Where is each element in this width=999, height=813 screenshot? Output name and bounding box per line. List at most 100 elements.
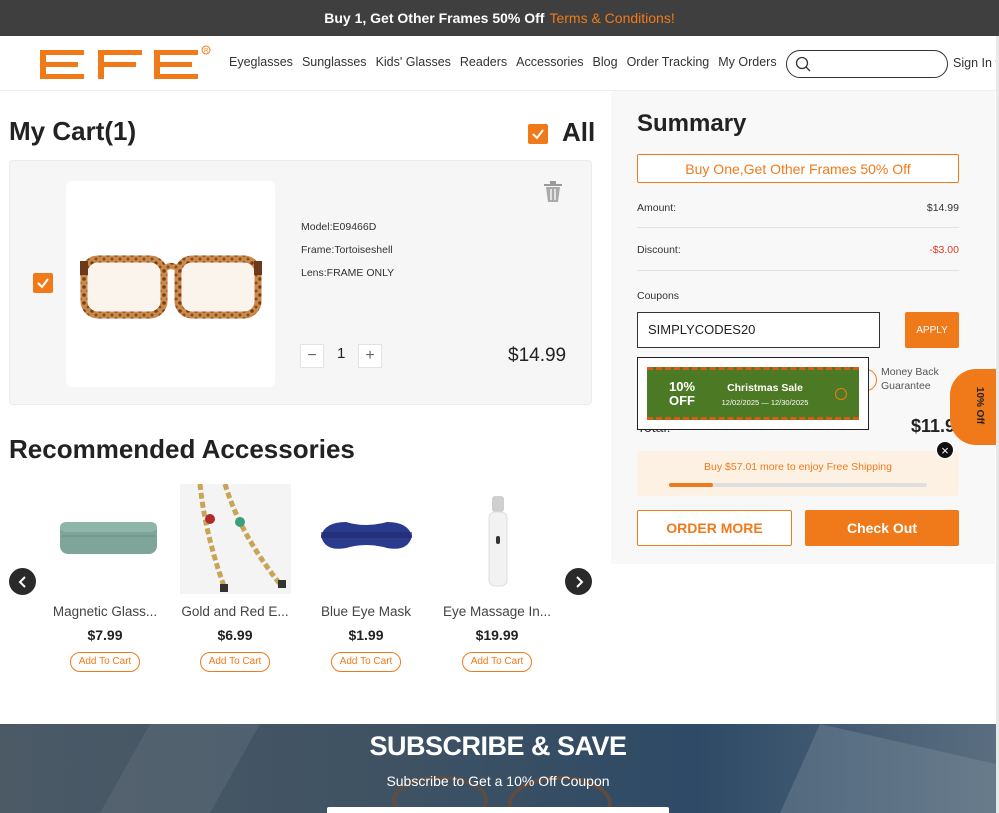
item-frame: Frame:Tortoiseshell [301, 244, 393, 256]
accessory-card[interactable]: Eye Massage In... $19.99 Add To Cart [437, 484, 557, 672]
search-input[interactable] [817, 55, 937, 73]
nav-sunglasses[interactable]: Sunglasses [302, 55, 367, 69]
nav-my-orders[interactable]: My Orders [718, 55, 776, 69]
site-header: R Eyeglasses Sunglasses Kids' Glasses Re… [0, 36, 999, 91]
shipping-progress-bar [669, 483, 927, 487]
coupon-pct-value: 10% [668, 379, 696, 394]
bogo-offer-button[interactable]: Buy One,Get Other Frames 50% Off [637, 154, 959, 183]
subscribe-email-input[interactable] [327, 807, 669, 813]
nav-accessories[interactable]: Accessories [516, 55, 583, 69]
promo-text: Buy 1, Get Other Frames 50% Off [324, 10, 545, 26]
coupon-card[interactable]: 10% OFF Christmas Sale 12/02/2025 — 12/3… [647, 367, 859, 420]
chevron-left-icon [18, 575, 26, 588]
money-back-guarantee: Money Back Guarantee [881, 365, 939, 393]
item-checkbox[interactable] [33, 273, 53, 293]
divider [637, 270, 959, 271]
svg-text:R: R [204, 49, 209, 55]
subscribe-section: SUBSCRIBE & SAVE Subscribe to Get a 10% … [0, 724, 996, 813]
free-shipping-text: Buy $57.01 more to enjoy Free Shipping [704, 461, 892, 473]
subscribe-title: SUBSCRIBE & SAVE [369, 731, 627, 761]
item-price: $14.99 [508, 345, 567, 366]
cart-title: My Cart(1) [9, 116, 137, 146]
eyeglasses-icon [80, 255, 262, 319]
amount-row: Amount: $14.99 [637, 202, 959, 214]
coupons-row: Coupons [637, 290, 959, 302]
amount-label: Amount: [637, 202, 677, 214]
side-tab-label: 10% Off [974, 386, 986, 425]
coupon-code-input[interactable]: SIMPLYCODES20 [637, 312, 880, 348]
nav-eyeglasses[interactable]: Eyeglasses [229, 55, 293, 69]
accessory-price: $19.99 [475, 627, 519, 643]
eye-mask-icon [311, 484, 422, 594]
free-shipping-banner: Buy $57.01 more to enjoy Free Shipping [637, 451, 959, 496]
decrease-qty-button[interactable]: − [300, 344, 324, 368]
increase-qty-button[interactable]: + [358, 344, 382, 368]
main-nav: Eyeglasses Sunglasses Kids' Glasses Read… [229, 55, 777, 69]
order-summary: Summary Buy One,Get Other Frames 50% Off… [611, 91, 995, 564]
discount-label: Discount: [637, 244, 681, 256]
guarantee-line-2: Guarantee [881, 380, 931, 392]
trash-icon[interactable] [543, 181, 563, 203]
carousel-next-button[interactable] [565, 568, 592, 595]
terms-link[interactable]: Terms & Conditions! [549, 10, 674, 26]
accessory-name: Magnetic Glass... [52, 604, 158, 619]
discount-value: -$3.00 [929, 244, 959, 256]
sign-in-label: Sign In [953, 56, 992, 70]
item-quantity[interactable]: 1 [337, 345, 345, 362]
checkout-button[interactable]: Check Out [805, 510, 959, 546]
accessory-price: $6.99 [217, 627, 253, 643]
nav-kids-glasses[interactable]: Kids' Glasses [376, 55, 451, 69]
accessory-name: Blue Eye Mask [320, 604, 412, 619]
coupons-label: Coupons [637, 290, 680, 302]
select-all-checkbox[interactable] [528, 124, 548, 144]
shipping-progress-fill [669, 483, 713, 487]
item-lens: Lens:FRAME ONLY [301, 267, 395, 279]
coupon-dates: 12/02/2025 — 12/30/2025 [721, 398, 809, 407]
accessory-card[interactable]: Blue Eye Mask $1.99 Add To Cart [306, 484, 426, 672]
apply-coupon-button[interactable]: APPLY [905, 312, 959, 348]
nav-order-tracking[interactable]: Order Tracking [627, 55, 710, 69]
checkmark-icon [37, 278, 49, 289]
chain-icon [179, 483, 291, 594]
search-icon[interactable] [795, 56, 811, 72]
select-all-label: All [562, 117, 596, 147]
nav-blog[interactable]: Blog [593, 55, 618, 69]
subscribe-subtitle: Subscribe to Get a 10% Off Coupon [386, 773, 610, 789]
glasses-case-icon [50, 484, 161, 594]
coupon-popup[interactable]: 10% OFF Christmas Sale 12/02/2025 — 12/3… [637, 357, 869, 430]
massager-icon [442, 484, 553, 594]
coupon-select-radio[interactable] [835, 388, 847, 400]
product-image[interactable] [66, 181, 275, 387]
add-to-cart-button[interactable]: Add To Cart [200, 652, 270, 672]
add-to-cart-button[interactable]: Add To Cart [331, 652, 401, 672]
accessory-card[interactable]: Gold and Red E... $6.99 Add To Cart [175, 483, 295, 672]
coupon-percent: 10% OFF [657, 380, 707, 408]
sign-in-link[interactable]: Sign In ▾ [953, 55, 999, 70]
amount-value: $14.99 [926, 202, 959, 214]
coupon-off-label: OFF [669, 393, 695, 408]
search-box[interactable] [786, 50, 948, 78]
chevron-right-icon [575, 575, 583, 588]
cart-item: Model:E09466D Frame:Tortoiseshell Lens:F… [9, 160, 592, 405]
accessory-price: $1.99 [348, 627, 384, 643]
efe-logo[interactable]: R [40, 45, 212, 85]
item-model: Model:E09466D [301, 221, 377, 233]
order-more-button[interactable]: ORDER MORE [637, 510, 792, 546]
checkmark-icon [532, 129, 544, 140]
discount-side-tab[interactable]: 10% Off [950, 369, 999, 445]
add-to-cart-button[interactable]: Add To Cart [70, 652, 140, 672]
accessory-name: Gold and Red E... [181, 604, 289, 619]
close-icon[interactable]: × [936, 441, 954, 459]
recommended-title: Recommended Accessories [9, 434, 355, 464]
add-to-cart-button[interactable]: Add To Cart [462, 652, 532, 672]
nav-readers[interactable]: Readers [460, 55, 507, 69]
coupon-name: Christmas Sale [727, 382, 803, 394]
divider [637, 227, 959, 228]
total-value: $11.9 [911, 416, 956, 436]
promo-bar: Buy 1, Get Other Frames 50% Off Terms & … [0, 0, 999, 36]
accessory-name: Eye Massage In... [442, 604, 552, 619]
accessory-card[interactable]: Magnetic Glass... $7.99 Add To Cart [45, 484, 165, 672]
carousel-prev-button[interactable] [9, 568, 36, 595]
discount-row: Discount: -$3.00 [637, 244, 959, 256]
summary-title: Summary [637, 110, 747, 137]
